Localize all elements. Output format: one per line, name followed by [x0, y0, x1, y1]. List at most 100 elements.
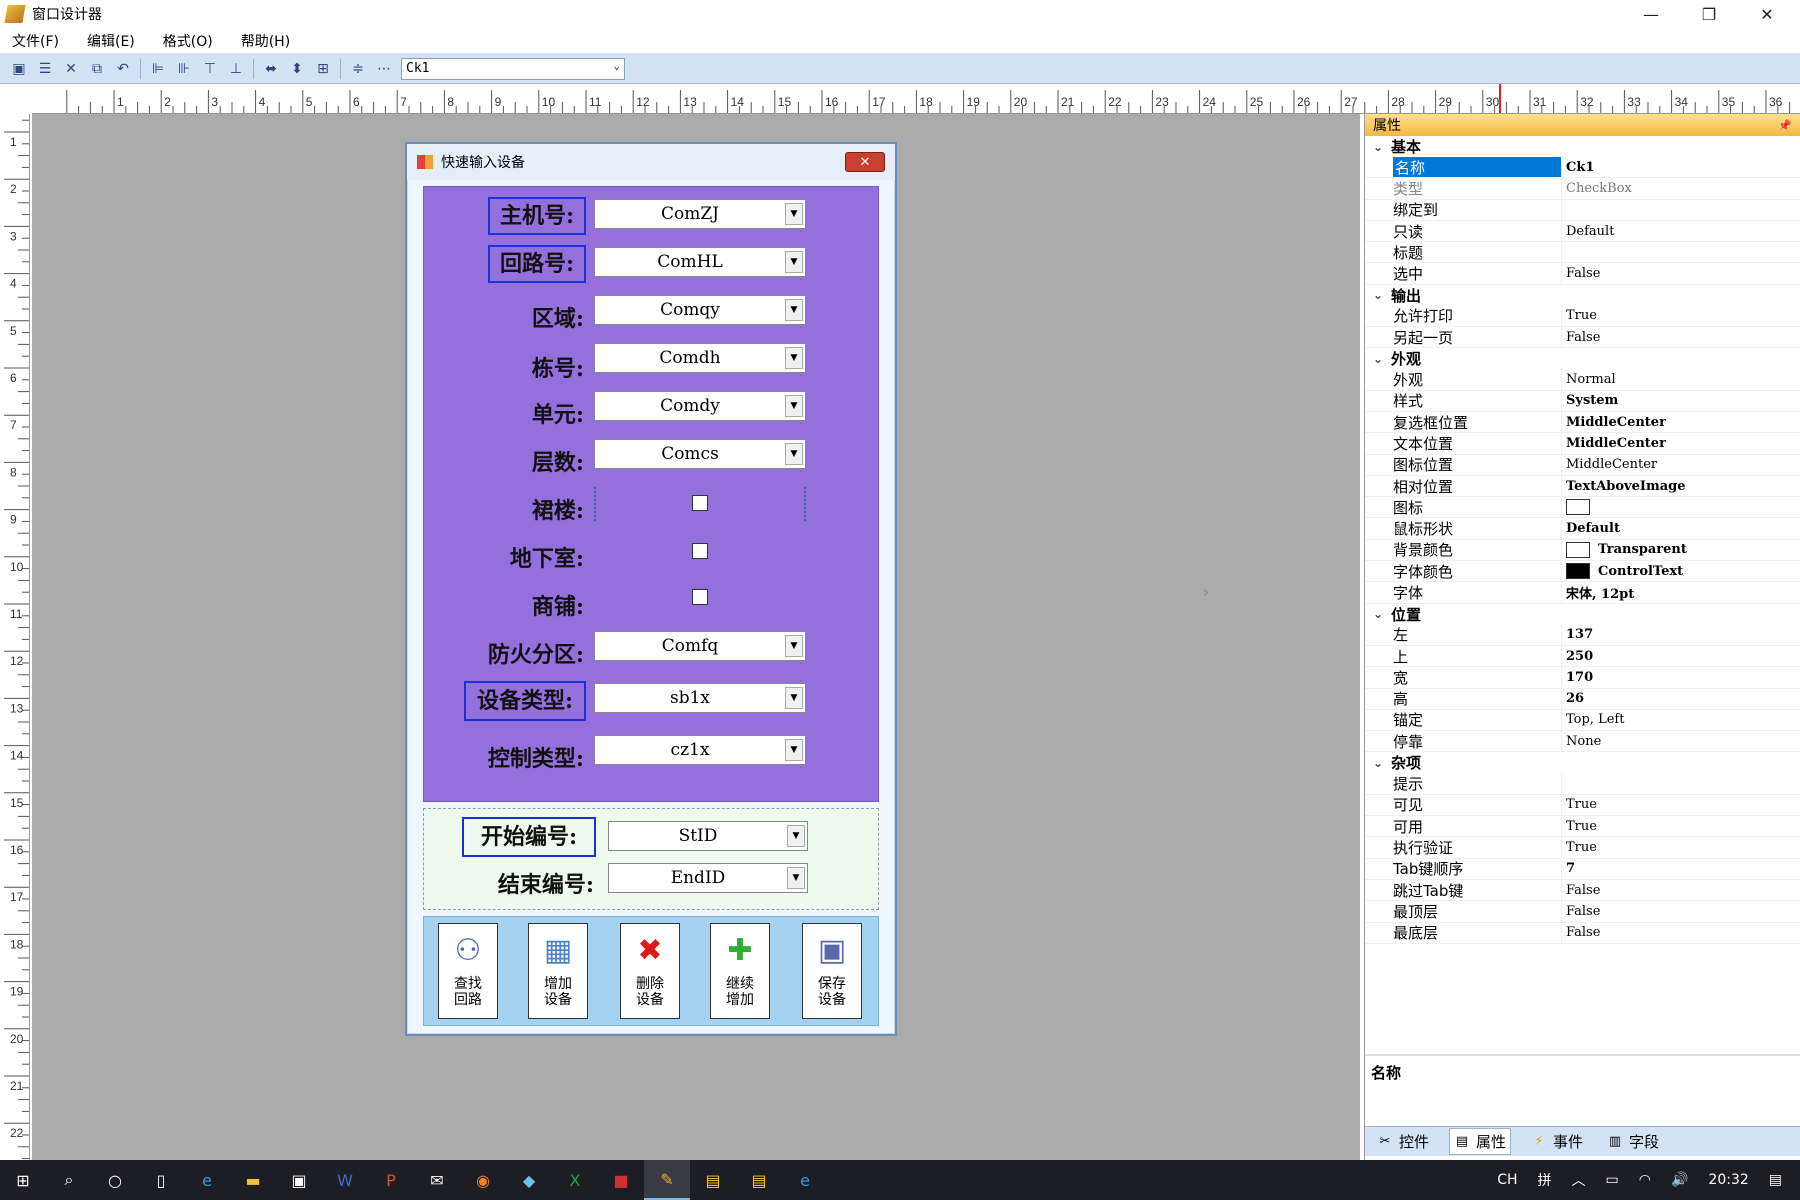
- wifi-icon[interactable]: ◠: [1639, 1172, 1651, 1188]
- property-value[interactable]: CheckBox: [1561, 178, 1800, 199]
- store-icon[interactable]: ▣: [276, 1160, 322, 1200]
- delete-icon[interactable]: ✕: [58, 57, 84, 81]
- align-top-icon[interactable]: ⊤: [197, 57, 223, 81]
- host-dropdown[interactable]: ComZJ ▼: [594, 199, 806, 229]
- property-row[interactable]: 文本位置 MiddleCenter: [1365, 433, 1800, 455]
- property-value[interactable]: False: [1561, 901, 1800, 922]
- designed-dialog[interactable]: 快速输入设备 ✕ 主机号: ComZJ ▼ 回路号: ComHL ▼ 区域: Com…: [405, 142, 897, 1036]
- notification-icon[interactable]: ▤: [1769, 1172, 1782, 1188]
- align-left-icon[interactable]: ⊫: [145, 57, 171, 81]
- menu-format[interactable]: 格式(O): [163, 31, 213, 51]
- property-value[interactable]: True: [1561, 794, 1800, 816]
- align-right-icon[interactable]: ⊪: [171, 57, 197, 81]
- firefox-icon[interactable]: ◉: [460, 1160, 506, 1200]
- endid-dropdown[interactable]: EndID ▼: [608, 863, 808, 893]
- volume-icon[interactable]: 🔊: [1671, 1172, 1688, 1188]
- align-bottom-icon[interactable]: ⊥: [223, 57, 249, 81]
- property-value[interactable]: False: [1561, 327, 1800, 348]
- pin-icon[interactable]: 📌: [1778, 119, 1792, 132]
- app-icon[interactable]: ■: [598, 1160, 644, 1200]
- id-range-panel[interactable]: 开始编号: StID ▼ 结束编号: EndID ▼: [423, 808, 879, 910]
- startid-dropdown[interactable]: StID ▼: [608, 821, 808, 851]
- property-value[interactable]: Top, Left: [1561, 709, 1800, 731]
- restore-button[interactable]: ❐: [1680, 0, 1738, 28]
- cortana-icon[interactable]: ○: [92, 1160, 138, 1200]
- property-value[interactable]: True: [1561, 305, 1800, 327]
- property-value[interactable]: [1561, 773, 1800, 794]
- tab-controls[interactable]: ✂ 控件: [1373, 1129, 1433, 1154]
- windows-start-icon[interactable]: ⊞: [0, 1160, 46, 1200]
- property-row[interactable]: 复选框位置 MiddleCenter: [1365, 411, 1800, 434]
- property-value[interactable]: TextAboveImage: [1561, 475, 1800, 497]
- property-value[interactable]: False: [1561, 263, 1800, 284]
- podium-checkbox[interactable]: [692, 495, 708, 511]
- property-value[interactable]: [1561, 242, 1800, 263]
- continue-add-button[interactable]: ✚ 继续 增加: [710, 923, 770, 1019]
- excel-icon[interactable]: X: [552, 1160, 598, 1200]
- ctrltype-dropdown[interactable]: cz1x ▼: [594, 735, 806, 765]
- property-value[interactable]: True: [1561, 837, 1800, 858]
- startid-label[interactable]: 开始编号:: [462, 817, 596, 857]
- property-row[interactable]: 标题: [1365, 242, 1800, 264]
- property-row[interactable]: 可用 True: [1365, 816, 1800, 838]
- property-row[interactable]: 图标: [1365, 497, 1800, 519]
- property-row[interactable]: 背景颜色 Transparent: [1365, 539, 1800, 562]
- building-dropdown[interactable]: Comdh ▼: [594, 343, 806, 373]
- delete-device-button[interactable]: ✖ 删除 设备: [620, 923, 680, 1019]
- property-row[interactable]: 可见 True: [1365, 794, 1800, 817]
- search-icon[interactable]: ⌕: [46, 1160, 92, 1200]
- property-value[interactable]: [1561, 497, 1800, 518]
- dialog-close-button[interactable]: ✕: [845, 152, 885, 172]
- property-row[interactable]: 类型 CheckBox: [1365, 178, 1800, 200]
- shop-checkbox[interactable]: [692, 589, 708, 605]
- property-value[interactable]: MiddleCenter: [1561, 454, 1800, 475]
- clock[interactable]: 20:32: [1708, 1172, 1748, 1188]
- property-value[interactable]: 宋体, 12pt: [1561, 582, 1800, 603]
- floor-dropdown[interactable]: Comcs ▼: [594, 439, 806, 469]
- property-row[interactable]: 选中 False: [1365, 263, 1800, 285]
- chevron-down-icon[interactable]: ⌄: [1365, 607, 1391, 621]
- chevron-down-icon[interactable]: ⌄: [1365, 756, 1391, 770]
- property-row[interactable]: 左 137: [1365, 624, 1800, 646]
- basement-checkbox[interactable]: [692, 543, 708, 559]
- property-row[interactable]: 鼠标形状 Default: [1365, 518, 1800, 540]
- same-height-icon[interactable]: ⬍: [284, 57, 310, 81]
- chevron-down-icon[interactable]: ⌄: [1365, 288, 1391, 302]
- property-row[interactable]: 宽 170: [1365, 667, 1800, 689]
- property-value[interactable]: MiddleCenter: [1561, 433, 1800, 454]
- property-row[interactable]: Tab键顺序 7: [1365, 858, 1800, 880]
- category-misc[interactable]: ⌄ 杂项: [1365, 752, 1800, 774]
- menu-file[interactable]: 文件(F): [12, 31, 59, 51]
- property-value[interactable]: Default: [1561, 518, 1800, 539]
- tab-order-icon[interactable]: ☰: [32, 57, 58, 81]
- find-loop-button[interactable]: ⚇ 查找 回路: [438, 923, 498, 1019]
- device-info-panel[interactable]: 主机号: ComZJ ▼ 回路号: ComHL ▼ 区域: Comqy ▼ 栋号: C…: [423, 186, 879, 802]
- ie-icon[interactable]: e: [782, 1160, 828, 1200]
- property-value[interactable]: False: [1561, 879, 1800, 901]
- property-row[interactable]: 图标位置 MiddleCenter: [1365, 454, 1800, 476]
- task-view-icon[interactable]: ▯: [138, 1160, 184, 1200]
- mail-icon[interactable]: ✉: [414, 1160, 460, 1200]
- property-value[interactable]: [1561, 199, 1800, 220]
- property-row[interactable]: 高 26: [1365, 688, 1800, 710]
- category-appear[interactable]: ⌄ 外观: [1365, 348, 1800, 370]
- app-icon[interactable]: ▤: [736, 1160, 782, 1200]
- property-row[interactable]: 外观 Normal: [1365, 369, 1800, 391]
- property-value[interactable]: False: [1561, 922, 1800, 943]
- unit-dropdown[interactable]: Comdy ▼: [594, 391, 806, 421]
- same-size-icon[interactable]: ⊞: [310, 57, 336, 81]
- center-vertical-icon[interactable]: ≑: [345, 57, 371, 81]
- property-row[interactable]: 字体颜色 ControlText: [1365, 561, 1800, 583]
- property-value[interactable]: ControlText: [1561, 561, 1800, 582]
- property-row[interactable]: 提示: [1365, 773, 1800, 795]
- menu-help[interactable]: 帮助(H): [241, 31, 290, 51]
- property-row[interactable]: 锚定 Top, Left: [1365, 709, 1800, 732]
- property-row[interactable]: 上 250: [1365, 645, 1800, 668]
- property-row[interactable]: 只读 Default: [1365, 220, 1800, 243]
- property-value[interactable]: Ck1: [1561, 157, 1800, 178]
- app-icon[interactable]: ◆: [506, 1160, 552, 1200]
- close-button[interactable]: ✕: [1738, 0, 1796, 28]
- file-explorer-icon[interactable]: ▬: [230, 1160, 276, 1200]
- tab-properties[interactable]: ▤ 属性: [1449, 1128, 1512, 1155]
- loop-label[interactable]: 回路号:: [488, 245, 586, 283]
